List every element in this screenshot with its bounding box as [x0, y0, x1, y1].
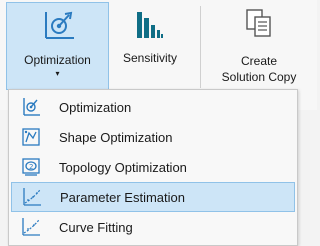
copy-document-icon [245, 8, 273, 43]
shape-optimization-icon [21, 127, 41, 147]
menu-item-shape-optimization[interactable]: Shape Optimization [11, 122, 295, 152]
menu-item-label: Parameter Estimation [60, 189, 185, 205]
menu-item-optimization[interactable]: Optimization [11, 92, 295, 122]
optimization-button-label: Optimization [24, 53, 91, 67]
chevron-down-icon: ▾ [55, 69, 60, 78]
svg-text:2: 2 [29, 163, 33, 171]
menu-item-topology-optimization[interactable]: 2 Topology Optimization [11, 152, 295, 182]
create-solution-copy-button[interactable]: Create Solution Copy [207, 2, 311, 90]
sensitivity-button[interactable]: Sensitivity [110, 2, 190, 90]
topology-optimization-icon: 2 [21, 157, 41, 177]
sensitivity-button-label: Sensitivity [122, 51, 178, 65]
optimization-icon [40, 10, 76, 47]
menu-item-label: Topology Optimization [59, 159, 187, 175]
menu-item-label: Optimization [59, 99, 132, 115]
optimization-dropdown-menu: Optimization Shape Optimization 2 Topolo… [8, 89, 298, 246]
ribbon-separator [200, 6, 201, 88]
sensitivity-icon [135, 10, 165, 45]
optimization-button[interactable]: Optimization ▾ [6, 2, 109, 90]
curve-fitting-icon [21, 217, 41, 237]
parameter-estimation-icon [22, 187, 42, 207]
menu-item-label: Shape Optimization [59, 129, 173, 145]
optimization-icon [21, 97, 41, 117]
menu-item-label: Curve Fitting [59, 219, 133, 235]
menu-item-parameter-estimation[interactable]: Parameter Estimation [11, 182, 295, 212]
create-label-line2: Solution Copy [221, 70, 297, 84]
create-solution-copy-label: Create Solution Copy [222, 53, 297, 85]
create-label-line1: Create [240, 54, 278, 68]
menu-item-curve-fitting[interactable]: Curve Fitting [11, 212, 295, 242]
